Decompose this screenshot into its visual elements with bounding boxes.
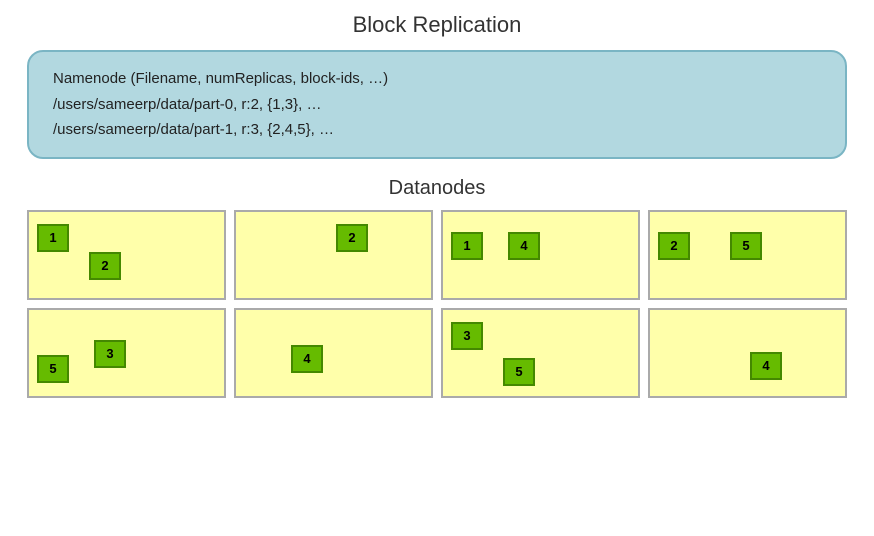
datanode-cell-dn4: 25 <box>648 210 847 300</box>
namenode-line-1: Namenode (Filename, numReplicas, block-i… <box>53 66 821 92</box>
block-2: 2 <box>658 232 690 260</box>
block-5: 5 <box>503 358 535 386</box>
block-4: 4 <box>508 232 540 260</box>
namenode-line-3: /users/sameerp/data/part-1, r:3, {2,4,5}… <box>53 117 821 143</box>
block-3: 3 <box>94 340 126 368</box>
datanode-cell-dn1: 12 <box>27 210 226 300</box>
datanodes-label: Datanodes <box>389 177 486 200</box>
page-title: Block Replication <box>353 12 522 38</box>
block-5: 5 <box>37 355 69 383</box>
block-4: 4 <box>291 345 323 373</box>
datanode-cell-dn8: 4 <box>648 308 847 398</box>
block-4: 4 <box>750 352 782 380</box>
block-1: 1 <box>451 232 483 260</box>
block-5: 5 <box>730 232 762 260</box>
namenode-box: Namenode (Filename, numReplicas, block-i… <box>27 50 847 159</box>
block-2: 2 <box>89 252 121 280</box>
namenode-line-2: /users/sameerp/data/part-0, r:2, {1,3}, … <box>53 92 821 118</box>
datanode-cell-dn3: 14 <box>441 210 640 300</box>
block-2: 2 <box>336 224 368 252</box>
datanode-cell-dn5: 53 <box>27 308 226 398</box>
page-container: Block Replication Namenode (Filename, nu… <box>0 0 874 536</box>
datanode-cell-dn7: 35 <box>441 308 640 398</box>
datanode-cell-dn6: 4 <box>234 308 433 398</box>
block-3: 3 <box>451 322 483 350</box>
datanode-grid: 1221425534354 <box>27 210 847 398</box>
block-1: 1 <box>37 224 69 252</box>
datanode-cell-dn2: 2 <box>234 210 433 300</box>
